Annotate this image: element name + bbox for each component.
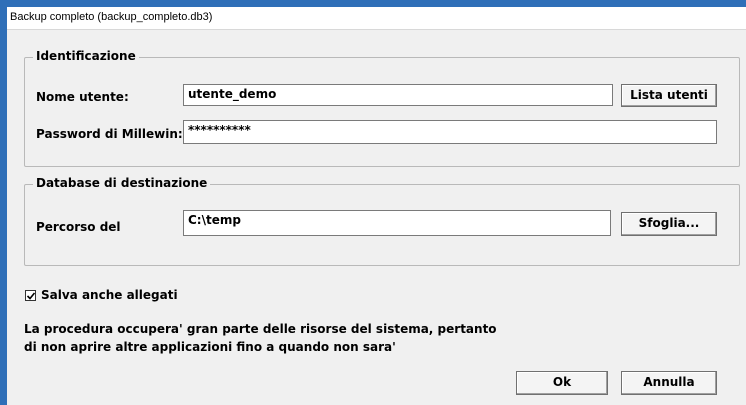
title-bar[interactable]: Backup completo (backup_completo.db3) [7, 7, 746, 30]
browse-button[interactable]: Sfoglia... [621, 212, 717, 236]
window-title: Backup completo (backup_completo.db3) [10, 11, 213, 23]
users-list-button[interactable]: Lista utenti [621, 84, 717, 107]
cancel-button[interactable]: Annulla [621, 371, 717, 395]
window-border-left [0, 0, 7, 405]
ok-button[interactable]: Ok [516, 371, 608, 395]
save-attachments-label: Salva anche allegati [41, 288, 178, 302]
password-label: Password di Millewin: [36, 127, 183, 141]
checkmark-icon [26, 292, 36, 300]
window-border-top [0, 0, 746, 7]
path-label: Percorso del [36, 220, 121, 234]
destination-group-legend: Database di destinazione [33, 176, 211, 190]
notice-line-1: La procedura occupera' gran parte delle … [24, 322, 497, 336]
username-label: Nome utente: [36, 90, 129, 104]
path-field[interactable]: C:\temp [183, 210, 611, 236]
identification-group: Identificazione [24, 49, 740, 167]
identification-group-legend: Identificazione [33, 49, 139, 63]
username-field[interactable]: utente_demo [183, 84, 613, 106]
save-attachments-checkbox[interactable] [25, 290, 36, 301]
notice-line-2: di non aprire altre applicazioni fino a … [24, 340, 396, 354]
password-field[interactable]: ********** [183, 120, 717, 144]
